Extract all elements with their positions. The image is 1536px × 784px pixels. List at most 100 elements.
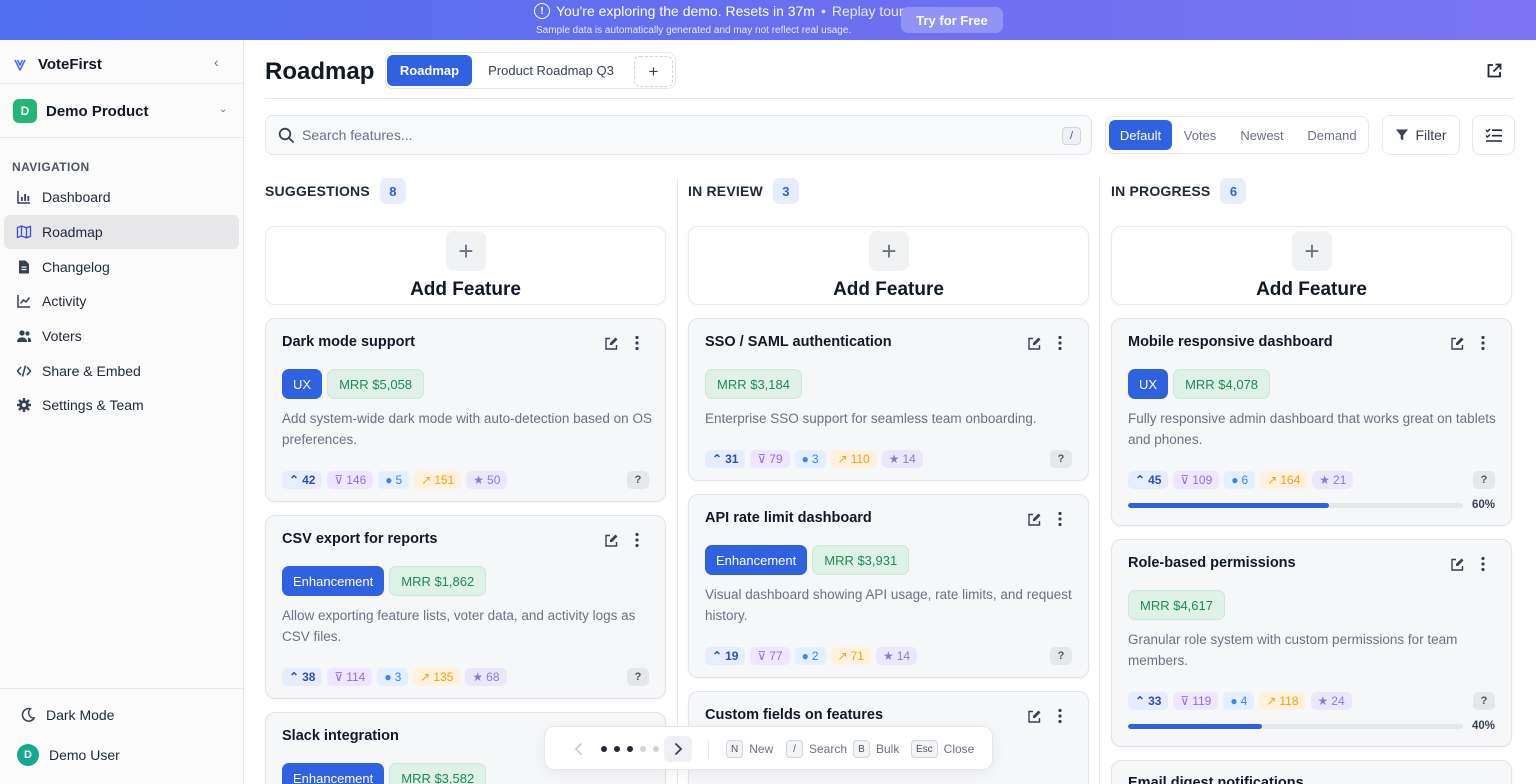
add-tab-button[interactable]: + <box>634 56 673 87</box>
help-button[interactable]: ? <box>627 471 649 489</box>
collapse-sidebar-icon[interactable]: ‹ <box>214 54 219 70</box>
more-options-icon[interactable] <box>634 335 640 351</box>
gear-icon <box>17 398 31 413</box>
view-options-button[interactable] <box>1472 115 1515 155</box>
star-count: 68 <box>486 670 500 684</box>
feature-card[interactable]: CSV export for reports Enhancement MRR $… <box>265 515 666 699</box>
column-title: IN PROGRESS <box>1111 183 1211 199</box>
comments-stat[interactable]: ● 5 <box>378 471 410 489</box>
card-title: Slack integration <box>282 728 399 744</box>
sidebar-item-changelog[interactable]: Changelog <box>4 249 239 284</box>
user-name: Demo User <box>49 747 120 763</box>
trend-count: 110 <box>850 452 870 466</box>
pager-dot[interactable] <box>614 746 620 752</box>
more-options-icon[interactable] <box>1057 708 1063 724</box>
card-description: Enterprise SSO support for seamless team… <box>705 411 1037 426</box>
comments-stat[interactable]: ● 4 <box>1223 692 1255 710</box>
shortcut-new[interactable]: N New <box>726 740 773 758</box>
sidebar-item-voters[interactable]: Voters <box>4 319 239 354</box>
pager-dot[interactable] <box>627 746 633 752</box>
mrr-badge: MRR $3,582 <box>389 763 487 784</box>
brand[interactable]: VoteFirst <box>14 56 102 73</box>
pager-dot[interactable] <box>653 746 659 752</box>
previous-button[interactable] <box>565 736 593 762</box>
external-link-icon[interactable] <box>1485 62 1503 80</box>
tab-roadmap[interactable]: Roadmap <box>387 55 472 86</box>
feature-card[interactable]: API rate limit dashboard Enhancement MRR… <box>688 494 1089 678</box>
comments-stat[interactable]: ● 3 <box>377 668 409 686</box>
card-title: Role-based permissions <box>1128 555 1296 571</box>
help-button[interactable]: ? <box>1050 450 1072 468</box>
comments-stat[interactable]: ● 6 <box>1224 471 1256 489</box>
edit-icon[interactable] <box>1027 512 1042 527</box>
upvote-button[interactable]: ⌃ 38 <box>282 668 323 686</box>
upvote-button[interactable]: ⌃ 42 <box>282 471 323 489</box>
add-feature-card[interactable]: + Add Feature <box>265 226 666 305</box>
column-title: IN REVIEW <box>688 183 763 199</box>
shortcut-search[interactable]: / Search <box>786 740 847 758</box>
feature-card[interactable]: Email digest notifications <box>1111 760 1512 784</box>
more-options-icon[interactable] <box>634 532 640 548</box>
edit-icon[interactable] <box>604 533 619 548</box>
chevron-down-icon[interactable]: ⌄ <box>219 104 227 115</box>
shortcut-bulk[interactable]: B Bulk <box>853 740 899 758</box>
edit-icon[interactable] <box>1027 336 1042 351</box>
comment-count: 3 <box>811 452 819 466</box>
edit-icon[interactable] <box>1027 709 1042 724</box>
sort-default[interactable]: Default <box>1109 120 1172 150</box>
replay-tour-link[interactable]: Replay tour <box>832 3 904 19</box>
sidebar-item-roadmap[interactable]: Roadmap <box>4 214 239 250</box>
pager-dot[interactable] <box>640 746 646 752</box>
trend-stat: ↗ 164 <box>1260 471 1308 489</box>
more-options-icon[interactable] <box>1480 556 1486 572</box>
shortcut-close[interactable]: Esc Close <box>911 740 974 758</box>
user-menu[interactable]: D Demo User <box>17 744 120 766</box>
upvote-button[interactable]: ⌃ 45 <box>1128 471 1169 489</box>
filter-label: Filter <box>1415 127 1447 143</box>
help-button[interactable]: ? <box>1473 692 1495 710</box>
comments-stat[interactable]: ● 2 <box>794 647 826 665</box>
pager-dot[interactable] <box>601 746 607 752</box>
filter-button[interactable]: Filter <box>1382 115 1460 155</box>
star-icon: ★ <box>472 670 484 684</box>
next-button[interactable] <box>664 736 692 762</box>
sort-demand[interactable]: Demand <box>1299 120 1365 150</box>
product-switcher[interactable]: D Demo Product <box>13 99 149 123</box>
more-options-icon[interactable] <box>1057 511 1063 527</box>
feature-card[interactable]: Mobile responsive dashboard UX MRR $4,07… <box>1111 318 1512 526</box>
vote-count: 38 <box>302 670 316 684</box>
sidebar-item-settings-team[interactable]: Settings & Team <box>4 388 239 423</box>
edit-icon[interactable] <box>1450 557 1465 572</box>
help-button[interactable]: ? <box>627 668 649 686</box>
help-button[interactable]: ? <box>1050 647 1072 665</box>
divider <box>0 137 243 138</box>
star-stat: ★ 21 <box>1312 471 1354 489</box>
sort-votes[interactable]: Votes <box>1175 120 1225 150</box>
sidebar-item-activity[interactable]: Activity <box>4 284 239 319</box>
tab-product-roadmap-q3[interactable]: Product Roadmap Q3 <box>476 55 626 86</box>
sort-newest[interactable]: Newest <box>1232 120 1292 150</box>
search-input[interactable] <box>302 124 1022 146</box>
feature-card[interactable]: SSO / SAML authentication MRR $3,184 Ent… <box>688 318 1089 481</box>
add-feature-card[interactable]: + Add Feature <box>1111 226 1512 305</box>
edit-icon[interactable] <box>604 336 619 351</box>
divider <box>708 740 709 758</box>
try-for-free-button[interactable]: Try for Free <box>901 7 1003 33</box>
upvote-button[interactable]: ⌃ 19 <box>705 647 746 665</box>
demo-banner: ! You're exploring the demo. Resets in 3… <box>0 0 1536 40</box>
upvote-button[interactable]: ⌃ 31 <box>705 450 746 468</box>
feature-card[interactable]: Role-based permissions MRR $4,617 Granul… <box>1111 539 1512 747</box>
mrr-badge: MRR $1,862 <box>389 566 487 596</box>
more-options-icon[interactable] <box>1057 335 1063 351</box>
sidebar-item-dashboard[interactable]: Dashboard <box>4 180 239 215</box>
more-options-icon[interactable] <box>1480 335 1486 351</box>
dark-mode-toggle[interactable]: Dark Mode <box>20 707 114 723</box>
trend-icon: ↗ <box>1266 694 1277 708</box>
comments-stat[interactable]: ● 3 <box>794 450 826 468</box>
edit-icon[interactable] <box>1450 336 1465 351</box>
sidebar-item-share-embed[interactable]: Share & Embed <box>4 353 239 388</box>
help-button[interactable]: ? <box>1473 471 1495 489</box>
upvote-button[interactable]: ⌃ 33 <box>1128 692 1169 710</box>
feature-card[interactable]: Dark mode support UX MRR $5,058 Add syst… <box>265 318 666 502</box>
add-feature-card[interactable]: + Add Feature <box>688 226 1089 305</box>
